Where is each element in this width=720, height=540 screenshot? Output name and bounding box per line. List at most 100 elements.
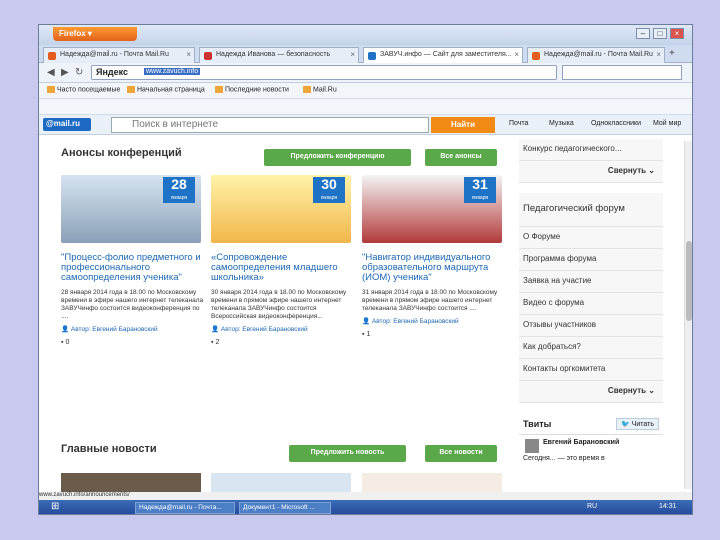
browser-search-box[interactable] bbox=[562, 65, 682, 80]
collapse-label: Свернуть bbox=[607, 386, 647, 395]
news-image-1[interactable] bbox=[61, 473, 201, 493]
date-month: января bbox=[170, 195, 188, 201]
bookmark-frequent[interactable]: Часто посещаемые bbox=[47, 86, 120, 93]
news-image-2[interactable] bbox=[211, 473, 351, 493]
all-announcements-button[interactable]: Все анонсы bbox=[425, 149, 497, 166]
minimize-button[interactable]: – bbox=[636, 28, 650, 39]
tweets-header: Твиты 🐦 Читать bbox=[519, 417, 663, 435]
tab-zavuch[interactable]: ЗАВУЧ.инфо — Сайт для заместителя... × bbox=[363, 47, 523, 63]
tweet-author: Евгений Барановский bbox=[543, 439, 620, 446]
propose-news-button[interactable]: Предложить новость bbox=[289, 445, 406, 462]
close-tab-icon[interactable]: × bbox=[350, 50, 355, 59]
start-button[interactable]: ⊞ bbox=[51, 501, 59, 512]
close-tab-icon[interactable]: × bbox=[656, 50, 661, 59]
forum-item-contacts[interactable]: Контакты оргкомитета bbox=[519, 359, 663, 381]
firefox-menu-button[interactable]: Firefox ▾ bbox=[53, 27, 137, 41]
status-url: www.zavuch.info/announcements/ bbox=[39, 492, 130, 498]
music-link[interactable]: Музыка bbox=[549, 120, 574, 127]
my-world-link[interactable]: Мой мир bbox=[653, 120, 681, 127]
firefox-menu-label: Firefox bbox=[59, 29, 86, 38]
sidebar-top-item[interactable]: Конкурс педагогического... bbox=[519, 139, 663, 161]
conference-description: 28 января 2014 года в 18.00 по Московско… bbox=[61, 289, 204, 320]
forum-item-video[interactable]: Видео с форума bbox=[519, 293, 663, 315]
conference-card-3[interactable]: 31 января "Навигатор индивидуального обра… bbox=[362, 175, 507, 338]
bookmark-label: Mail.Ru bbox=[313, 86, 337, 94]
forum-item-about[interactable]: О Форуме bbox=[519, 227, 663, 249]
mail-search-input[interactable]: Поиск в интернете bbox=[111, 117, 429, 133]
conference-title[interactable]: "Процесс-фолио предметного и профессиона… bbox=[61, 253, 206, 283]
scrollbar-thumb[interactable] bbox=[686, 241, 692, 321]
bookmark-home[interactable]: Начальная страница bbox=[127, 86, 205, 93]
conference-title[interactable]: "Навигатор индивидуального образовательн… bbox=[362, 253, 507, 283]
forum-item-application[interactable]: Заявка на участие bbox=[519, 271, 663, 293]
tab-mail-2[interactable]: Надежда@mail.ru - Почта Mail.Ru × bbox=[527, 47, 665, 63]
mail-search-button[interactable]: Найти bbox=[431, 117, 495, 133]
forum-title: Педагогический форум bbox=[519, 193, 663, 227]
taskbar-item-firefox[interactable]: Надежда@mail.ru - Почта... bbox=[135, 502, 235, 514]
date-badge: 30 января bbox=[313, 177, 345, 203]
taskbar-item-word[interactable]: Документ1 - Microsoft ... bbox=[239, 502, 331, 514]
close-button[interactable]: × bbox=[670, 28, 684, 39]
back-icon[interactable]: ◀ bbox=[47, 67, 55, 78]
bookmark-label: Начальная страница bbox=[137, 86, 205, 94]
conference-card-2[interactable]: 30 января «Сопровождение самоопределения … bbox=[211, 175, 356, 346]
forum-item-program[interactable]: Программа форума bbox=[519, 249, 663, 271]
reload-icon[interactable]: ↻ bbox=[75, 67, 83, 78]
collapse-button[interactable]: Свернуть ⌄ bbox=[519, 161, 663, 183]
follow-label: Читать bbox=[631, 421, 654, 428]
conference-image: 30 января bbox=[211, 175, 351, 243]
url-text: www.zavuch.info bbox=[144, 68, 201, 75]
tab-bar: Надежда@mail.ru - Почта Mail.Ru × Надежда… bbox=[39, 45, 692, 63]
conference-title[interactable]: «Сопровождение самоопределения младшего … bbox=[211, 253, 356, 283]
address-bar[interactable]: Яндекс www.zavuch.info bbox=[91, 65, 557, 80]
sidebar: Конкурс педагогического... Свернуть ⌄ Пе… bbox=[519, 139, 663, 465]
date-month: января bbox=[471, 195, 489, 201]
taskbar: ⊞ Надежда@mail.ru - Почта... Документ1 -… bbox=[39, 500, 692, 514]
mail-toolbar: @mail.ru Поиск в интернете Найти Почта М… bbox=[39, 115, 692, 135]
tab-mail-1[interactable]: Надежда@mail.ru - Почта Mail.Ru × bbox=[43, 47, 195, 63]
mailru-logo[interactable]: @mail.ru bbox=[43, 118, 91, 131]
conference-image: 28 января bbox=[61, 175, 201, 243]
comment-count[interactable]: ▪ 1 bbox=[362, 331, 507, 338]
forum-item-directions[interactable]: Как добраться? bbox=[519, 337, 663, 359]
propose-conference-button[interactable]: Предложить конференцию bbox=[264, 149, 411, 166]
date-day: 28 bbox=[171, 176, 187, 192]
mail-favicon-icon bbox=[532, 52, 540, 60]
forum-item-reviews[interactable]: Отзывы участников bbox=[519, 315, 663, 337]
collapse-button-2[interactable]: Свернуть ⌄ bbox=[519, 381, 663, 403]
tweet-item[interactable]: Евгений Барановский Сегодня... — это вре… bbox=[519, 435, 663, 465]
close-tab-icon[interactable]: × bbox=[186, 50, 191, 59]
conference-author[interactable]: 👤 Автор: Евгений Барановский bbox=[362, 317, 507, 325]
tweets-title: Твиты bbox=[523, 419, 552, 429]
navigation-bar: ◀ ▶ ↻ Яндекс www.zavuch.info bbox=[39, 63, 692, 83]
all-news-button[interactable]: Все новости bbox=[425, 445, 497, 462]
tab-security[interactable]: Надежда Иванова — безопасность × bbox=[199, 47, 359, 63]
conference-author[interactable]: 👤 Автор: Евгений Барановский bbox=[61, 325, 206, 333]
language-indicator[interactable]: RU bbox=[587, 503, 597, 510]
zavuch-favicon-icon bbox=[368, 52, 376, 60]
new-tab-button[interactable]: + bbox=[669, 48, 675, 59]
maximize-button[interactable]: □ bbox=[653, 28, 667, 39]
conference-card-1[interactable]: 28 января "Процесс-фолио предметного и пр… bbox=[61, 175, 206, 346]
date-badge: 28 января bbox=[163, 177, 195, 203]
mail-link[interactable]: Почта bbox=[509, 120, 528, 127]
conference-author[interactable]: 👤 Автор: Евгений Барановский bbox=[211, 325, 356, 333]
bookmark-mailru[interactable]: Mail.Ru bbox=[303, 86, 337, 93]
comment-count[interactable]: ▪ 0 bbox=[61, 339, 206, 346]
author-label: Автор: Евгений Барановский bbox=[220, 326, 308, 333]
follow-button[interactable]: 🐦 Читать bbox=[616, 418, 659, 430]
yandex-logo: Яндекс bbox=[96, 67, 129, 77]
news-image-3[interactable] bbox=[362, 473, 502, 493]
page-scrollbar[interactable] bbox=[684, 141, 692, 489]
bookmark-news[interactable]: Последние новости bbox=[215, 86, 289, 93]
extensions-toolbar bbox=[39, 99, 692, 115]
news-heading: Главные новости bbox=[61, 443, 157, 455]
comment-count[interactable]: ▪ 2 bbox=[211, 339, 356, 346]
forward-icon[interactable]: ▶ bbox=[61, 67, 69, 78]
ok-link[interactable]: Одноклассники bbox=[591, 120, 641, 127]
date-month: января bbox=[320, 195, 338, 201]
comment-count-value: 0 bbox=[65, 339, 70, 346]
page-favicon-icon bbox=[204, 52, 212, 60]
close-tab-icon[interactable]: × bbox=[514, 50, 519, 59]
mail-favicon-icon bbox=[48, 52, 56, 60]
